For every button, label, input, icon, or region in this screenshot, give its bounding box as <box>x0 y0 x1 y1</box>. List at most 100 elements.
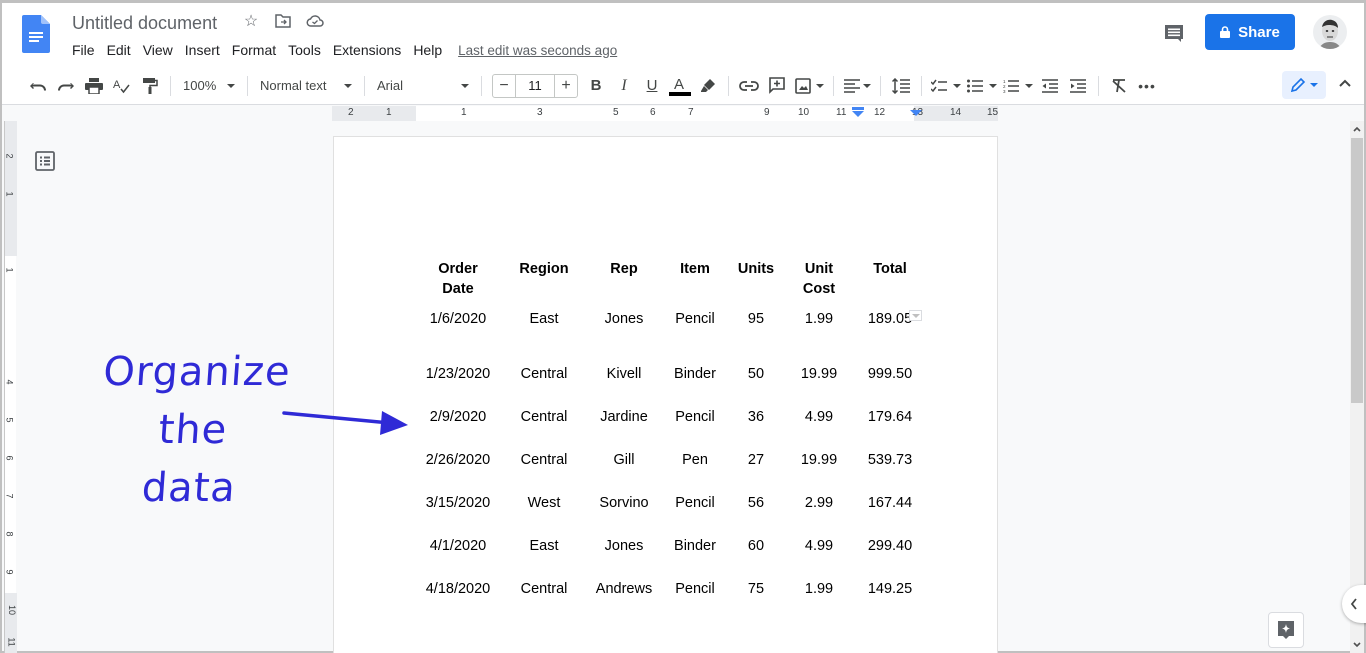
document-title[interactable]: Untitled document <box>72 11 217 35</box>
font-dropdown[interactable]: Arial <box>371 72 475 100</box>
table-cell-menu-button[interactable] <box>909 310 922 321</box>
column-header-total[interactable]: Total <box>856 255 924 309</box>
cell-units[interactable]: 75 <box>730 567 782 610</box>
menu-help[interactable]: Help <box>407 39 448 61</box>
cell-units[interactable]: 56 <box>730 481 782 524</box>
cell-total[interactable]: 179.64 <box>856 395 924 438</box>
cell-item[interactable]: Pencil <box>660 567 730 610</box>
cell-order-date[interactable]: 2/26/2020 <box>416 438 500 481</box>
redo-icon[interactable] <box>52 72 80 100</box>
cell-region[interactable]: East <box>500 524 588 567</box>
scrollbar-thumb[interactable] <box>1351 138 1363 403</box>
cell-total[interactable]: 539.73 <box>856 438 924 481</box>
italic-icon[interactable]: I <box>610 72 638 100</box>
cell-item[interactable]: Pen <box>660 438 730 481</box>
cell-item[interactable]: Binder <box>660 524 730 567</box>
right-indent-marker[interactable] <box>910 106 922 121</box>
column-header-rep[interactable]: Rep <box>588 255 660 309</box>
show-side-panel-button[interactable] <box>1342 585 1366 623</box>
cell-unit-cost[interactable]: 1.99 <box>782 567 856 610</box>
cell-units[interactable]: 95 <box>730 309 782 352</box>
insert-image-icon[interactable] <box>791 72 827 100</box>
cell-units[interactable]: 27 <box>730 438 782 481</box>
clear-formatting-icon[interactable] <box>1105 72 1133 100</box>
star-icon[interactable]: ☆ <box>242 12 260 30</box>
insert-link-icon[interactable] <box>735 72 763 100</box>
cell-units[interactable]: 50 <box>730 352 782 395</box>
spellcheck-icon[interactable]: A <box>108 72 136 100</box>
cell-region[interactable]: Central <box>500 352 588 395</box>
highlight-color-icon[interactable] <box>694 72 722 100</box>
cell-unit-cost[interactable]: 4.99 <box>782 395 856 438</box>
hide-menus-button[interactable] <box>1338 75 1352 93</box>
last-edit-link[interactable]: Last edit was seconds ago <box>458 43 617 58</box>
cell-unit-cost[interactable]: 4.99 <box>782 524 856 567</box>
cell-rep[interactable]: Jardine <box>588 395 660 438</box>
column-header-units[interactable]: Units <box>730 255 782 309</box>
cell-unit-cost[interactable]: 19.99 <box>782 438 856 481</box>
undo-icon[interactable] <box>24 72 52 100</box>
cell-region[interactable]: West <box>500 481 588 524</box>
bold-icon[interactable]: B <box>582 72 610 100</box>
cell-rep[interactable]: Sorvino <box>588 481 660 524</box>
numbered-list-icon[interactable]: 123 <box>1000 72 1036 100</box>
horizontal-ruler[interactable]: 2 1 1 3 5 6 7 9 10 11 12 13 14 15 <box>332 106 998 121</box>
cell-order-date[interactable]: 2/9/2020 <box>416 395 500 438</box>
cell-order-date[interactable]: 3/15/2020 <box>416 481 500 524</box>
paint-format-icon[interactable] <box>136 72 164 100</box>
cell-order-date[interactable]: 1/6/2020 <box>416 309 500 352</box>
cell-region[interactable]: Central <box>500 438 588 481</box>
paragraph-style-dropdown[interactable]: Normal text <box>254 72 358 100</box>
increase-font-size-button[interactable]: + <box>555 77 577 95</box>
cell-rep[interactable]: Jones <box>588 309 660 352</box>
cell-units[interactable]: 36 <box>730 395 782 438</box>
cell-total[interactable]: 299.40 <box>856 524 924 567</box>
vertical-scrollbar[interactable] <box>1350 121 1364 653</box>
insert-comment-icon[interactable] <box>763 72 791 100</box>
menu-extensions[interactable]: Extensions <box>327 39 407 61</box>
editing-mode-dropdown[interactable] <box>1282 71 1326 99</box>
decrease-indent-icon[interactable] <box>1036 72 1064 100</box>
menu-edit[interactable]: Edit <box>101 39 137 61</box>
cell-unit-cost[interactable]: 1.99 <box>782 309 856 352</box>
scroll-up-button[interactable] <box>1350 121 1364 137</box>
cell-item[interactable]: Pencil <box>660 309 730 352</box>
column-header-unit-cost[interactable]: Unit Cost <box>782 255 856 309</box>
underline-icon[interactable]: U <box>638 72 666 100</box>
cell-total[interactable]: 167.44 <box>856 481 924 524</box>
column-header-order-date[interactable]: Order Date <box>416 255 500 309</box>
menu-format[interactable]: Format <box>226 39 282 61</box>
cell-region[interactable]: Central <box>500 395 588 438</box>
cell-order-date[interactable]: 4/1/2020 <box>416 524 500 567</box>
menu-view[interactable]: View <box>137 39 179 61</box>
menu-file[interactable]: File <box>66 39 101 61</box>
cell-total[interactable]: 999.50 <box>856 352 924 395</box>
cell-item[interactable]: Pencil <box>660 395 730 438</box>
cell-rep[interactable]: Jones <box>588 524 660 567</box>
cell-order-date[interactable]: 4/18/2020 <box>416 567 500 610</box>
checklist-icon[interactable] <box>928 72 964 100</box>
cell-region[interactable]: Central <box>500 567 588 610</box>
docs-logo-icon[interactable] <box>22 15 50 53</box>
document-page[interactable]: Order Date Region Rep Item Units Unit Cost… <box>333 136 998 653</box>
text-color-icon[interactable]: A <box>666 72 694 100</box>
more-options-icon[interactable]: ••• <box>1133 72 1161 100</box>
cell-rep[interactable]: Andrews <box>588 567 660 610</box>
font-size-input[interactable]: 11 <box>515 74 555 97</box>
cell-order-date[interactable]: 1/23/2020 <box>416 352 500 395</box>
explore-button[interactable] <box>1268 612 1304 648</box>
cell-item[interactable]: Pencil <box>660 481 730 524</box>
comment-history-icon[interactable] <box>1162 22 1186 46</box>
increase-indent-icon[interactable] <box>1064 72 1092 100</box>
move-to-folder-icon[interactable] <box>274 12 292 30</box>
cell-total[interactable]: 149.25 <box>856 567 924 610</box>
first-line-indent-marker[interactable] <box>852 106 864 121</box>
print-icon[interactable] <box>80 72 108 100</box>
vertical-ruler[interactable]: 2 1 1 4 5 6 7 8 9 10 11 <box>4 121 17 653</box>
decrease-font-size-button[interactable]: − <box>493 77 515 95</box>
cell-region[interactable]: East <box>500 309 588 352</box>
menu-insert[interactable]: Insert <box>179 39 226 61</box>
cell-unit-cost[interactable]: 19.99 <box>782 352 856 395</box>
document-outline-icon[interactable] <box>35 151 55 171</box>
share-button[interactable]: Share <box>1205 14 1295 50</box>
